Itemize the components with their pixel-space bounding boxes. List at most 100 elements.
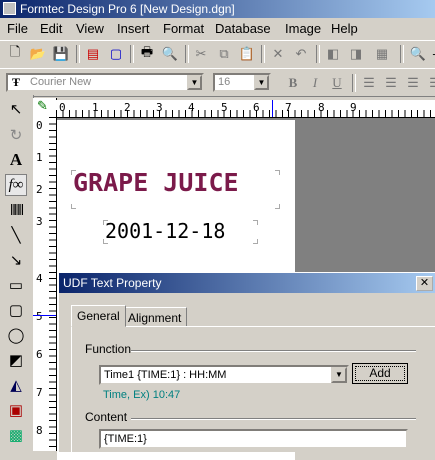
menu-insert[interactable]: Insert — [117, 21, 150, 36]
bold-icon[interactable]: B — [283, 73, 303, 93]
ruler-label: 4 — [188, 101, 195, 114]
ruler-label: 7 — [36, 386, 43, 399]
print-preview-icon[interactable]: 🔍 — [160, 44, 180, 64]
cursor-marker — [33, 315, 56, 316]
title-bar: Formtec Design Pro 6 [New Design.dgn] — [0, 0, 435, 18]
line-icon[interactable]: ╲ — [5, 224, 27, 246]
print-icon[interactable]: 🖶 — [137, 44, 157, 64]
ruler-label: 0 — [36, 119, 43, 132]
rotate-icon[interactable]: ↻ — [5, 124, 27, 146]
undo-icon[interactable]: ↶ — [291, 44, 311, 64]
tab-alignment[interactable]: Alignment — [122, 307, 188, 327]
ruler-label: 3 — [36, 215, 43, 228]
truetype-icon: Ŧ — [12, 75, 21, 89]
horizontal-ruler: 0 1 2 3 4 5 6 7 8 9 — [56, 100, 435, 118]
menu-view[interactable]: View — [76, 21, 104, 36]
menu-file[interactable]: File — [7, 21, 28, 36]
font-value: Courier New — [30, 76, 92, 88]
close-icon[interactable]: ✕ — [416, 276, 433, 291]
ruler-label: 7 — [285, 101, 292, 114]
add-button[interactable]: Add — [352, 363, 408, 384]
menu-image[interactable]: Image — [285, 21, 321, 36]
ruler-label: 6 — [36, 348, 43, 361]
paste-icon[interactable]: 📋 — [237, 44, 257, 64]
save-icon[interactable]: 💾 — [51, 44, 71, 64]
toolbox: ↖ ↻ A f∞ ‖‖‖ ╲ ↘ ▭ ▢ ◯ ◩ ◭ ▣ ▩ — [0, 95, 34, 451]
ruler-label: 2 — [36, 183, 43, 196]
menu-help[interactable]: Help — [331, 21, 358, 36]
barcode-icon[interactable]: ‖‖‖ — [5, 199, 27, 221]
image-icon[interactable]: ▩ — [5, 424, 27, 446]
picture-icon[interactable]: ▣ — [5, 399, 27, 421]
function-select[interactable]: Time1 {TIME:1} : HH:MM ▼ — [99, 365, 349, 385]
ruler-label: 5 — [36, 310, 43, 323]
arrow-line-icon[interactable]: ↘ — [5, 249, 27, 271]
rectangle-icon[interactable]: ▭ — [5, 274, 27, 296]
title-text-object[interactable]: GRAPE JUICE — [73, 168, 239, 197]
standard-toolbar: 🗋 📂 💾 ▤ ▢ 🖶 🔍 ✂ ⧉ 📋 ✕ ↶ ◧ ◨ ▦ 🔍 − — [0, 40, 435, 69]
dialog-title-bar[interactable]: UDF Text Property ✕ — [59, 273, 435, 293]
ruler-label: 1 — [36, 151, 43, 164]
pointer-icon[interactable]: ↖ — [5, 98, 27, 120]
menu-database[interactable]: Database — [215, 21, 271, 36]
align-right-icon[interactable]: ☰ — [403, 73, 423, 93]
ruler-label: 1 — [92, 101, 99, 114]
send-back-icon[interactable]: ◨ — [346, 44, 366, 64]
ruler-label: 0 — [59, 101, 66, 114]
ruler-label: 2 — [124, 101, 131, 114]
text-tool-icon[interactable]: A — [5, 149, 27, 171]
window-title: Formtec Design Pro 6 [New Design.dgn] — [20, 2, 235, 16]
app-icon — [3, 2, 16, 15]
cursor-marker — [272, 100, 273, 117]
zoom-out-icon[interactable]: − — [426, 44, 435, 64]
font-size-value: 16 — [218, 76, 231, 88]
align-left-icon[interactable]: ☰ — [359, 73, 379, 93]
function-example: Time, Ex) 10:47 — [103, 389, 181, 401]
frame-icon[interactable]: ▢ — [106, 44, 126, 64]
gradient-icon[interactable]: ◩ — [5, 349, 27, 371]
fill-icon[interactable]: ◭ — [5, 374, 27, 396]
delete-icon[interactable]: ✕ — [268, 44, 288, 64]
content-value: {TIME:1} — [104, 433, 147, 445]
copy-icon[interactable]: ⧉ — [214, 44, 234, 64]
dialog-title: UDF Text Property — [63, 276, 162, 290]
cut-icon[interactable]: ✂ — [191, 44, 211, 64]
justify-icon[interactable]: ☰ — [425, 73, 435, 93]
ellipse-icon[interactable]: ◯ — [5, 324, 27, 346]
ruler-label: 6 — [253, 101, 260, 114]
function-value: Time1 {TIME:1} : HH:MM — [104, 369, 227, 381]
zoom-icon[interactable]: 🔍 — [408, 44, 428, 64]
ruler-label: 5 — [221, 101, 228, 114]
menu-format[interactable]: Format — [163, 21, 204, 36]
function-text-icon[interactable]: f∞ — [5, 174, 27, 196]
content-label: Content — [85, 410, 128, 424]
function-label: Function — [85, 342, 132, 356]
chevron-down-icon[interactable]: ▼ — [187, 75, 202, 90]
udf-text-property-dialog: UDF Text Property ✕ General Alignment Fu… — [58, 272, 435, 453]
group-icon[interactable]: ▦ — [372, 44, 392, 64]
bring-front-icon[interactable]: ◧ — [323, 44, 343, 64]
content-input[interactable]: {TIME:1} — [99, 429, 408, 449]
italic-icon[interactable]: I — [305, 73, 325, 93]
rounded-rectangle-icon[interactable]: ▢ — [5, 299, 27, 321]
ruler-corner: ✎ — [33, 98, 57, 118]
align-center-icon[interactable]: ☰ — [381, 73, 401, 93]
ruler-label: 8 — [318, 101, 325, 114]
chevron-down-icon[interactable]: ▼ — [254, 75, 269, 90]
vertical-ruler: 0 1 2 3 4 5 6 7 8 — [33, 117, 57, 451]
font-size-select[interactable]: 16 ▼ — [213, 73, 271, 92]
underline-icon[interactable]: U — [327, 73, 347, 93]
menu-bar: File Edit View Insert Format Database Im… — [0, 18, 435, 38]
font-select[interactable]: Ŧ Courier New ▼ — [6, 73, 204, 92]
date-text-object[interactable]: 2001-12-18 — [105, 219, 225, 243]
format-toolbar: Ŧ Courier New ▼ 16 ▼ B I U ☰ ☰ ☰ ☰ — [0, 68, 435, 97]
label-setup-icon[interactable]: ▤ — [83, 44, 103, 64]
menu-edit[interactable]: Edit — [40, 21, 62, 36]
new-icon[interactable]: 🗋 — [5, 44, 25, 64]
tab-general[interactable]: General — [71, 305, 126, 327]
open-icon[interactable]: 📂 — [28, 44, 48, 64]
ruler-label: 3 — [156, 101, 163, 114]
ruler-label: 9 — [350, 101, 357, 114]
chevron-down-icon[interactable]: ▼ — [331, 367, 347, 383]
ruler-label: 8 — [36, 424, 43, 437]
